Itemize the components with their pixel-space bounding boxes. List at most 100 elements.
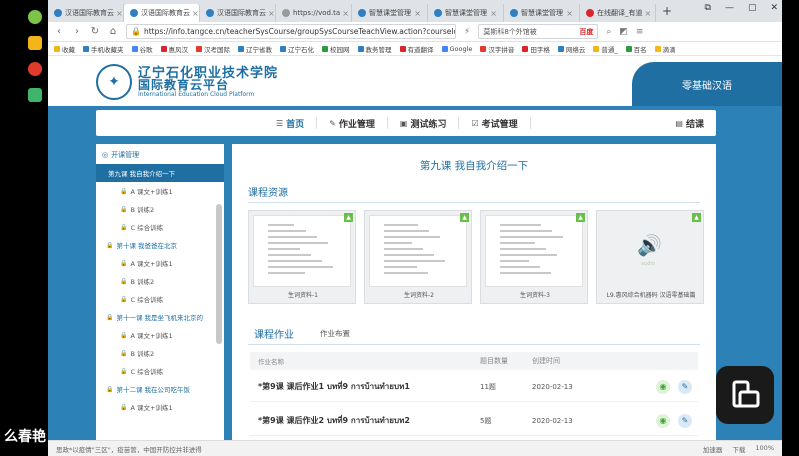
- bookmark-label: 滴滴: [662, 45, 676, 54]
- browser-tab[interactable]: 在线翻译_有道 ×: [580, 4, 656, 22]
- tab-favicon-icon: [206, 9, 214, 17]
- tab-close-icon[interactable]: ×: [488, 9, 497, 18]
- sidebar-lesson[interactable]: 🔒 第十二课 我在公司吃午饭: [96, 380, 224, 398]
- sidebar-item[interactable]: 🔒 C 综合训练: [96, 290, 224, 308]
- lock-icon: 🔒: [120, 367, 128, 375]
- search-icon[interactable]: ⌕: [606, 27, 611, 37]
- nav-item[interactable]: ☰ 首页: [264, 117, 318, 130]
- bookmark-item[interactable]: Google: [441, 45, 472, 53]
- sidebar-item[interactable]: 第九课 我自我介绍一下: [96, 164, 224, 182]
- tab-close-icon[interactable]: ×: [114, 9, 123, 18]
- close-icon[interactable]: ✕: [770, 3, 778, 13]
- bookmark-item[interactable]: 教务管理: [357, 44, 392, 54]
- screen-share-app-icon[interactable]: [716, 366, 774, 424]
- reload-icon[interactable]: ↻: [90, 26, 100, 37]
- app-icon-4[interactable]: [28, 88, 42, 102]
- sidebar-item[interactable]: 🔒 C 综合训练: [96, 362, 224, 380]
- bookmarks-bar: 收藏 手机收藏夹 谷歌 惠风汉 汉考国际 辽宁省教 辽宁石化 校园网 教务管理 有道翻译 Googl…: [48, 42, 782, 56]
- nav-item[interactable]: ▣ 测试练习: [388, 117, 460, 130]
- tab-close-icon[interactable]: ×: [564, 9, 573, 18]
- sidebar-item[interactable]: 🔒 A 课文+训练1: [96, 254, 224, 272]
- app-icon-3[interactable]: [28, 62, 42, 76]
- lock-icon: 🔒: [106, 385, 114, 393]
- sidebar-lesson[interactable]: 🔒 第十课 我爸爸在北京: [96, 236, 224, 254]
- col-count: 题目数量: [480, 357, 508, 365]
- sidebar-scrollbar[interactable]: [216, 204, 222, 344]
- nav-item[interactable]: ✎ 作业管理: [317, 117, 388, 130]
- bookmark-item[interactable]: 田字格: [522, 44, 550, 54]
- tab-close-icon[interactable]: ×: [266, 9, 275, 18]
- zero-base-chinese-banner[interactable]: 零基础汉语: [632, 62, 782, 106]
- status-item[interactable]: 下载: [732, 444, 745, 454]
- sidebar-item[interactable]: 🔒 A 课文+训练1: [96, 398, 224, 416]
- forward-icon[interactable]: ›: [72, 26, 82, 37]
- bookmark-item[interactable]: 收藏: [54, 44, 75, 54]
- url-input[interactable]: 🔒 https://info.tangce.cn/teacherSysCours…: [126, 24, 456, 39]
- tab-assign-homework[interactable]: 作业布置: [320, 328, 350, 339]
- bookmark-item[interactable]: 有道翻译: [399, 44, 434, 54]
- resource-card[interactable]: ▲ 生词资料-1: [248, 210, 356, 304]
- sidebar-item[interactable]: 🔒 B 训练2: [96, 200, 224, 218]
- sidebar-header[interactable]: ◎ 开课管理: [96, 144, 224, 164]
- desktop-left-strip: [0, 0, 44, 440]
- tab-close-icon[interactable]: ×: [643, 9, 652, 18]
- browser-tab[interactable]: 智慧课堂管理 ×: [352, 4, 428, 22]
- view-icon[interactable]: ◉: [656, 413, 670, 428]
- nav-item[interactable]: ☑ 考试管理: [459, 117, 531, 130]
- bookmark-item[interactable]: 普通_: [593, 44, 618, 54]
- browser-tab[interactable]: 智慧课堂管理 ×: [428, 4, 504, 22]
- sidebar-item[interactable]: 🔒 C 综合训练: [96, 218, 224, 236]
- bookmark-item[interactable]: 网络云: [557, 44, 585, 54]
- back-icon[interactable]: ‹: [54, 26, 64, 37]
- bookmark-item[interactable]: 滴滴: [654, 44, 676, 54]
- bookmark-item[interactable]: 百名: [625, 44, 647, 54]
- sidebar-item[interactable]: 🔒 A 课文+训练1: [96, 326, 224, 344]
- bookmark-label: 惠风汉: [168, 45, 189, 54]
- resource-card[interactable]: ▲ 生词资料-2: [364, 210, 472, 304]
- resource-card[interactable]: 🔊 audio ▲ L9.惠风综合机器码 汉语零基础篇: [596, 210, 704, 304]
- new-tab-button[interactable]: +: [662, 4, 672, 18]
- status-news[interactable]: 思政*以疫情"三区"，疫苗管，中国开防控并非进得: [56, 444, 202, 454]
- extension-icon[interactable]: ◩: [619, 27, 628, 37]
- browser-tab[interactable]: https://vod.ta ×: [276, 4, 352, 22]
- status-item[interactable]: 100%: [755, 444, 774, 454]
- bookmark-item[interactable]: 手机收藏夹: [83, 44, 124, 54]
- restore-icon[interactable]: ⧉: [705, 3, 711, 13]
- app-icon-2[interactable]: [28, 36, 42, 50]
- menu-icon[interactable]: ≡: [636, 27, 644, 37]
- sidebar-lesson[interactable]: 🔒 第十一课 我是坐飞机来北京的: [96, 308, 224, 326]
- app-icon-1[interactable]: [28, 10, 42, 24]
- maximize-icon[interactable]: ▢: [748, 3, 757, 13]
- sidebar-item[interactable]: 🔒 A 课文+训练1: [96, 182, 224, 200]
- sidebar-item[interactable]: 🔒 B 训练2: [96, 272, 224, 290]
- sidebar-item[interactable]: 🔒 B 训练2: [96, 344, 224, 362]
- tab-course-assignments[interactable]: 课程作业: [254, 326, 294, 341]
- bookmark-item[interactable]: 惠风汉: [160, 44, 189, 54]
- browser-tab[interactable]: 智慧课堂管理 ×: [504, 4, 580, 22]
- tab-favicon-icon: [586, 9, 594, 17]
- view-icon[interactable]: ◉: [656, 379, 670, 394]
- tab-close-icon[interactable]: ×: [190, 9, 199, 18]
- sidebar-label: 第十二课 我在公司吃午饭: [116, 386, 191, 394]
- bolt-icon[interactable]: ⚡: [464, 27, 470, 37]
- bookmark-item[interactable]: 辽宁石化: [280, 44, 314, 54]
- nav-finish-course[interactable]: ▤ 结课: [663, 117, 716, 130]
- bookmark-item[interactable]: 校园网: [322, 44, 350, 54]
- tab-close-icon[interactable]: ×: [340, 9, 349, 18]
- bookmark-item[interactable]: 谷歌: [131, 44, 153, 54]
- status-item[interactable]: 加速器: [703, 444, 723, 454]
- site-logo[interactable]: ✦: [96, 64, 132, 100]
- edit-icon[interactable]: ✎: [678, 413, 692, 428]
- bookmark-item[interactable]: 辽宁省教: [238, 44, 272, 54]
- browser-tab[interactable]: 汉语国际教育云 ×: [200, 4, 276, 22]
- resource-card[interactable]: ▲ 生词资料-3: [480, 210, 588, 304]
- edit-icon[interactable]: ✎: [678, 379, 692, 394]
- bookmark-item[interactable]: 汉考国际: [196, 44, 230, 54]
- minimize-icon[interactable]: —: [725, 3, 734, 13]
- browser-tab[interactable]: 汉语国际教育云 ×: [124, 4, 200, 22]
- browser-tab[interactable]: 汉语国际教育云 ×: [48, 4, 124, 22]
- bookmark-item[interactable]: 汉字拼音: [480, 44, 514, 54]
- home-icon[interactable]: ⌂: [108, 26, 118, 37]
- search-input[interactable]: 莫斯科8个外馆被 百度: [478, 24, 599, 39]
- tab-close-icon[interactable]: ×: [412, 9, 421, 18]
